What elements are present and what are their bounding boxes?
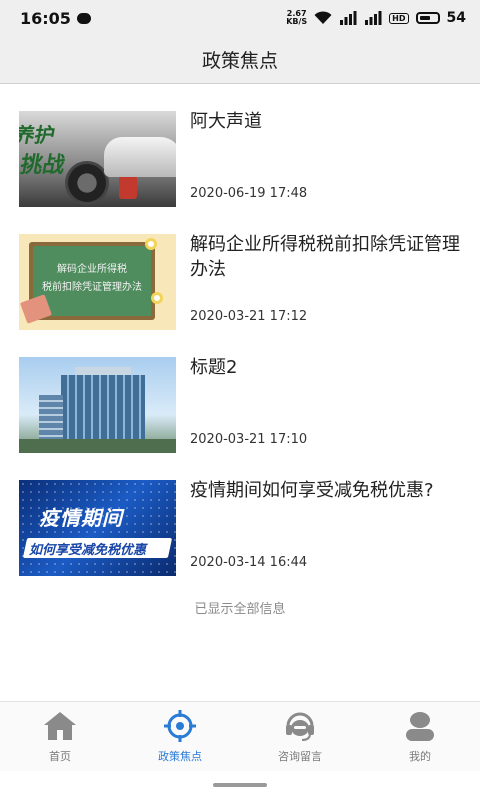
status-time: 16:05	[20, 8, 71, 28]
user-icon	[402, 708, 438, 744]
thumbnail-caption: 挑战	[19, 153, 67, 178]
tab-policy-focus[interactable]: 政策焦点	[120, 702, 240, 771]
home-icon	[42, 708, 78, 744]
news-thumbnail: 疫情期间 如何享受减免税优惠	[19, 480, 176, 576]
home-indicator[interactable]	[213, 783, 267, 787]
building-graphic	[61, 375, 145, 441]
signal-icon	[339, 11, 357, 25]
bottom-tab-bar: 首页 政策焦点 咨询留言 我的	[0, 701, 480, 771]
news-item[interactable]: 养护 挑战 阿大声道 2020-06-19 17:48	[0, 104, 480, 227]
tab-label: 政策焦点	[158, 750, 202, 763]
thumbnail-caption: 疫情期间	[39, 506, 123, 530]
news-title[interactable]: 疫情期间如何享受减免税优惠?	[190, 478, 465, 503]
news-title[interactable]: 阿大声道	[190, 109, 465, 134]
thumbnail-caption: 解码企业所得税	[57, 264, 127, 275]
building-graphic	[39, 395, 63, 441]
news-date: 2020-03-21 17:12	[190, 309, 308, 324]
ground-graphic	[19, 439, 176, 453]
news-date: 2020-03-21 17:10	[190, 432, 308, 447]
car-graphic	[104, 137, 176, 177]
news-text: 阿大声道 2020-06-19 17:48	[190, 104, 465, 214]
tab-mine[interactable]: 我的	[360, 702, 480, 771]
news-thumbnail: 解码企业所得税 税前扣除凭证管理办法	[19, 234, 176, 330]
news-thumbnail	[19, 357, 176, 453]
news-list: 养护 挑战 阿大声道 2020-06-19 17:48 解码企业所得税 税前扣除…	[0, 104, 480, 596]
tab-label: 咨询留言	[278, 750, 322, 763]
net-speed-unit: KB/S	[286, 17, 308, 26]
message-icon	[76, 12, 91, 24]
tab-label: 首页	[49, 750, 71, 763]
net-speed: 2.67 KB/S	[286, 10, 307, 26]
flower-graphic	[151, 292, 163, 304]
tab-home[interactable]: 首页	[0, 702, 120, 771]
news-item[interactable]: 解码企业所得税 税前扣除凭证管理办法 解码企业所得税税前扣除凭证管理办法 202…	[0, 227, 480, 350]
news-title[interactable]: 标题2	[190, 355, 465, 380]
headset-icon	[282, 708, 318, 744]
news-date: 2020-03-14 16:44	[190, 555, 308, 570]
news-date: 2020-06-19 17:48	[190, 186, 308, 201]
news-item[interactable]: 标题2 2020-03-21 17:10	[0, 350, 480, 473]
news-text: 疫情期间如何享受减免税优惠? 2020-03-14 16:44	[190, 473, 465, 583]
tab-label: 我的	[409, 750, 431, 763]
tire-graphic	[65, 161, 109, 205]
app-header: 政策焦点	[0, 36, 480, 84]
battery-level: 54	[446, 10, 466, 26]
news-title[interactable]: 解码企业所得税税前扣除凭证管理办法	[190, 232, 465, 282]
wifi-icon	[314, 11, 332, 25]
status-bar: 16:05 2.67 KB/S HD 54	[0, 0, 480, 36]
news-text: 解码企业所得税税前扣除凭证管理办法 2020-03-21 17:12	[190, 227, 465, 337]
target-icon	[162, 708, 198, 744]
hd-icon: HD	[389, 12, 409, 24]
end-of-list-note: 已显示全部信息	[194, 602, 286, 617]
news-item[interactable]: 疫情期间 如何享受减免税优惠 疫情期间如何享受减免税优惠? 2020-03-14…	[0, 473, 480, 596]
flower-graphic	[145, 238, 157, 250]
page-title: 政策焦点	[201, 50, 278, 72]
tab-consult[interactable]: 咨询留言	[240, 702, 360, 771]
news-text: 标题2 2020-03-21 17:10	[190, 350, 465, 460]
news-thumbnail: 养护 挑战	[19, 111, 176, 207]
thumbnail-caption: 养护	[19, 123, 57, 147]
thumbnail-caption: 税前扣除凭证管理办法	[42, 282, 142, 293]
signal-icon-2	[364, 11, 382, 25]
thumbnail-caption: 如何享受减免税优惠	[29, 543, 147, 558]
status-indicators: 2.67 KB/S HD 54	[286, 10, 466, 27]
battery-icon	[415, 12, 440, 24]
